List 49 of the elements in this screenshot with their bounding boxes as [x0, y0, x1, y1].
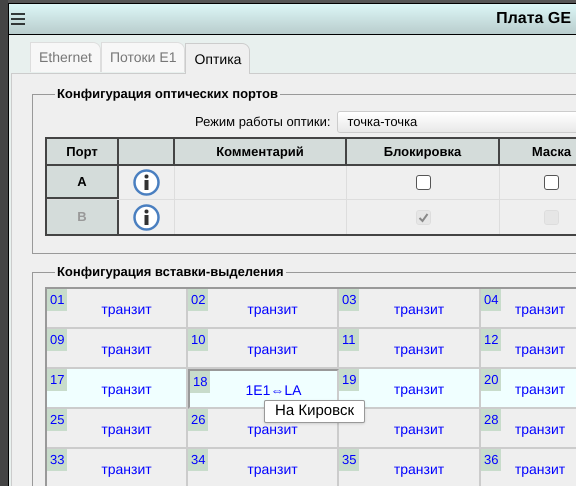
channel-mode: транзит — [514, 380, 566, 399]
channel-mode: транзит — [247, 300, 298, 319]
channel-number: 17 — [47, 369, 68, 391]
port-label: A — [47, 166, 119, 199]
channel-number: 20 — [481, 369, 502, 391]
channel-number: 18 — [190, 371, 210, 393]
channel-number: 02 — [188, 289, 208, 311]
column-header: Маска — [530, 142, 572, 161]
channel-number: 25 — [47, 409, 68, 431]
channel-mode: транзит — [394, 380, 444, 399]
channel-number: 34 — [188, 449, 208, 471]
channel-number: 36 — [481, 449, 502, 471]
group-legend: Конфигурация оптических портов — [55, 86, 280, 102]
channel-number: 19 — [339, 369, 360, 391]
port-label: B — [47, 200, 119, 234]
column-header: Блокировка — [347, 139, 500, 164]
channel-mode: транзит — [101, 420, 152, 439]
channel-number: 11 — [339, 329, 358, 351]
channel-mode: транзит — [101, 460, 152, 479]
channel-number: 10 — [188, 329, 208, 351]
channel-mode: транзит — [394, 300, 444, 319]
mode-label: Режим работы оптики: — [195, 113, 330, 132]
channel-mode: транзит — [247, 460, 298, 479]
channel-number: 01 — [47, 289, 68, 311]
channel-number: 04 — [481, 289, 502, 311]
tooltip: На Кировск — [264, 400, 366, 423]
channel-mode: транзит — [514, 420, 566, 439]
column-header: Комментарий — [175, 139, 347, 164]
group-legend: Конфигурация вставки-выделения — [55, 264, 286, 280]
channel-number: 33 — [47, 449, 68, 471]
channel-mode: транзит — [514, 300, 566, 319]
channel-number: 28 — [481, 409, 502, 431]
channel-mode: транзит — [514, 340, 566, 359]
channel-mode: транзит — [101, 380, 152, 399]
column-header: Порт — [47, 139, 119, 164]
channel-mode: транзит — [247, 340, 298, 359]
channel-number: 12 — [481, 329, 502, 351]
channel-mode: транзит — [394, 460, 444, 479]
channel-number: 26 — [188, 409, 208, 431]
channel-number: 09 — [47, 329, 68, 351]
channel-mode: 1E1⇔LA — [245, 380, 302, 400]
channel-mode: транзит — [101, 300, 152, 319]
channel-number: 35 — [339, 449, 360, 471]
window-title: Плата GE — [496, 9, 571, 29]
channel-mode: транзит — [101, 340, 152, 359]
channel-mode: транзит — [514, 460, 566, 479]
channel-mode: транзит — [394, 420, 444, 439]
channel-mode: транзит — [394, 340, 444, 359]
channel-number: 03 — [339, 289, 360, 311]
